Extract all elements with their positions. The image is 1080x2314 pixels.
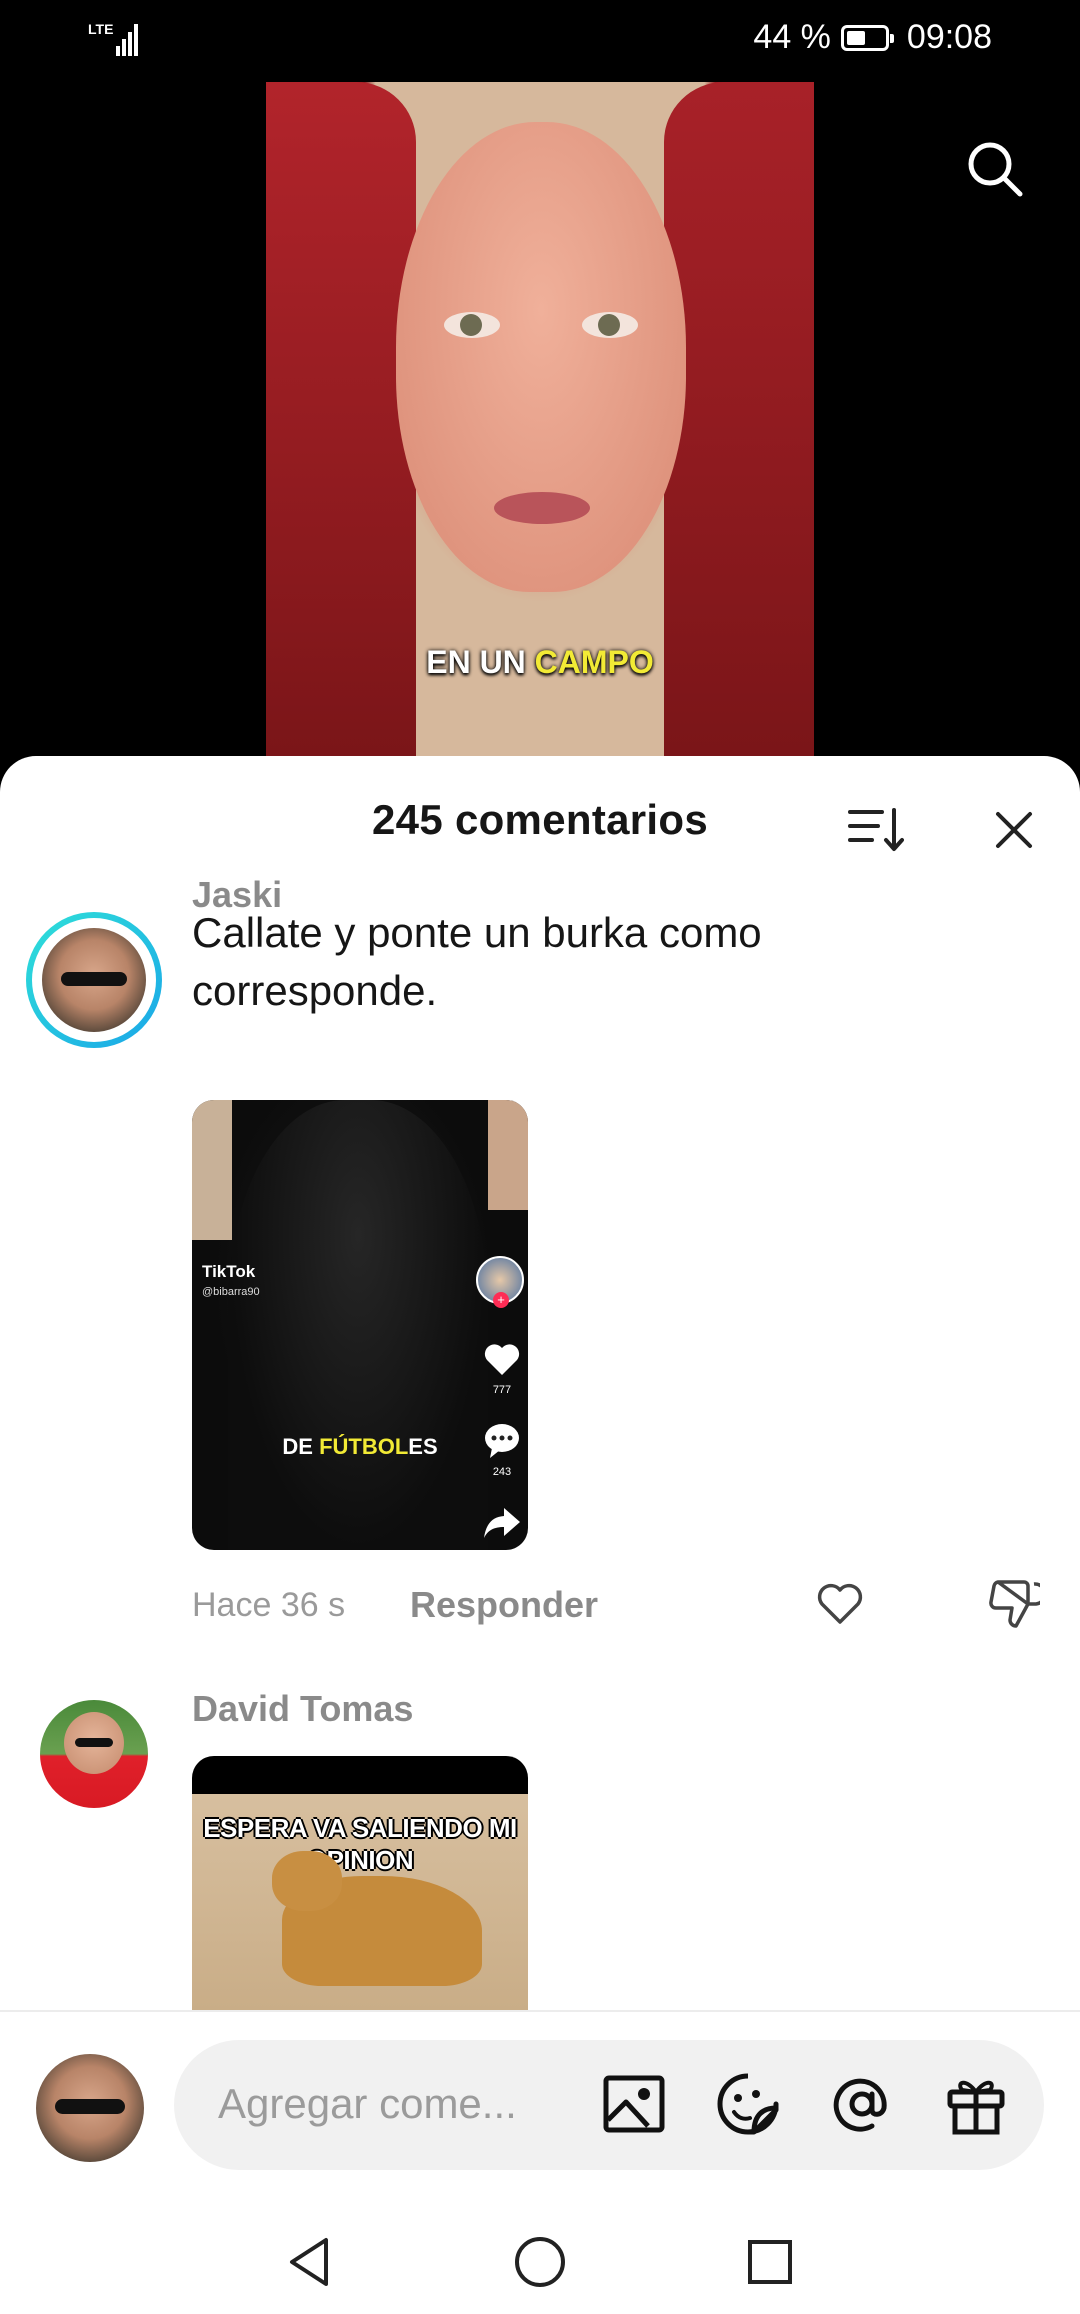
image-icon[interactable] — [600, 2070, 668, 2138]
comment-input-placeholder: Agregar come... — [218, 2080, 517, 2127]
video-mouth — [494, 492, 590, 524]
comments-count-title: 245 comentarios — [372, 796, 708, 843]
network-type: LTE — [88, 21, 114, 37]
comment-text: Callate y ponte un burka como correspond… — [192, 909, 762, 1014]
video-caption: EN UN CAMPO — [426, 644, 654, 680]
share-icon — [484, 1508, 520, 1538]
video-eye-left — [444, 312, 500, 338]
home-icon[interactable] — [510, 2232, 570, 2292]
mention-icon[interactable] — [828, 2070, 896, 2138]
tiktok-watermark: TikTok — [202, 1262, 256, 1281]
comment-video-attachment[interactable]: TikTok @bibarra90 + 777 243 DE FÚTBOLES — [192, 1100, 528, 1550]
comment-input[interactable]: Agregar come... — [174, 2040, 1044, 2170]
meme-text: ESPERA VA SALIENDO MI OPINION — [203, 1813, 517, 1875]
heart-icon — [484, 1344, 520, 1375]
comment-time: Hace 36 s — [192, 1586, 346, 1624]
back-icon[interactable] — [280, 2232, 340, 2292]
heart-outline-icon[interactable] — [814, 1578, 866, 1630]
avatar-image — [42, 928, 146, 1032]
close-icon[interactable] — [990, 806, 1038, 854]
likes-count: 777 — [492, 1384, 512, 1396]
battery-icon — [840, 24, 894, 51]
search-icon[interactable] — [964, 138, 1024, 198]
my-avatar — [36, 2054, 144, 2162]
sort-icon[interactable] — [848, 804, 904, 854]
comment-image-attachment[interactable]: ESPERA VA SALIENDO MI OPINION — [192, 1756, 528, 2010]
comment-author[interactable]: David Tomas — [192, 1688, 413, 1730]
avatar-jaski[interactable] — [26, 912, 162, 1048]
battery-percent: 44 % — [753, 18, 831, 56]
attachment-caption: DE FÚTBOLES — [282, 1434, 438, 1459]
comment-composer: Agregar come... — [0, 2010, 1080, 2314]
sticker-icon[interactable] — [714, 2070, 782, 2138]
avatar-david-tomas[interactable] — [40, 1700, 148, 1808]
status-right: 44 % 09:08 — [753, 18, 992, 57]
video-player[interactable]: EN UN CAMPO — [266, 82, 814, 762]
recents-icon[interactable] — [740, 2232, 800, 2292]
signal-icon — [116, 20, 140, 56]
clock: 09:08 — [906, 18, 992, 56]
video-eye-right — [582, 312, 638, 338]
follow-plus-icon: + — [493, 1292, 509, 1308]
status-bar: LTE 44 % 09:08 — [0, 0, 1080, 80]
attachment-image — [228, 1100, 488, 1550]
comments-count: 243 — [492, 1466, 512, 1478]
gift-icon[interactable] — [942, 2070, 1010, 2138]
dislike-icon[interactable] — [984, 1576, 1040, 1632]
video-frame-face — [396, 122, 686, 592]
system-nav-bar — [0, 2212, 1080, 2312]
reply-button[interactable]: Responder — [410, 1584, 598, 1626]
watermark-user: @bibarra90 — [202, 1286, 260, 1298]
